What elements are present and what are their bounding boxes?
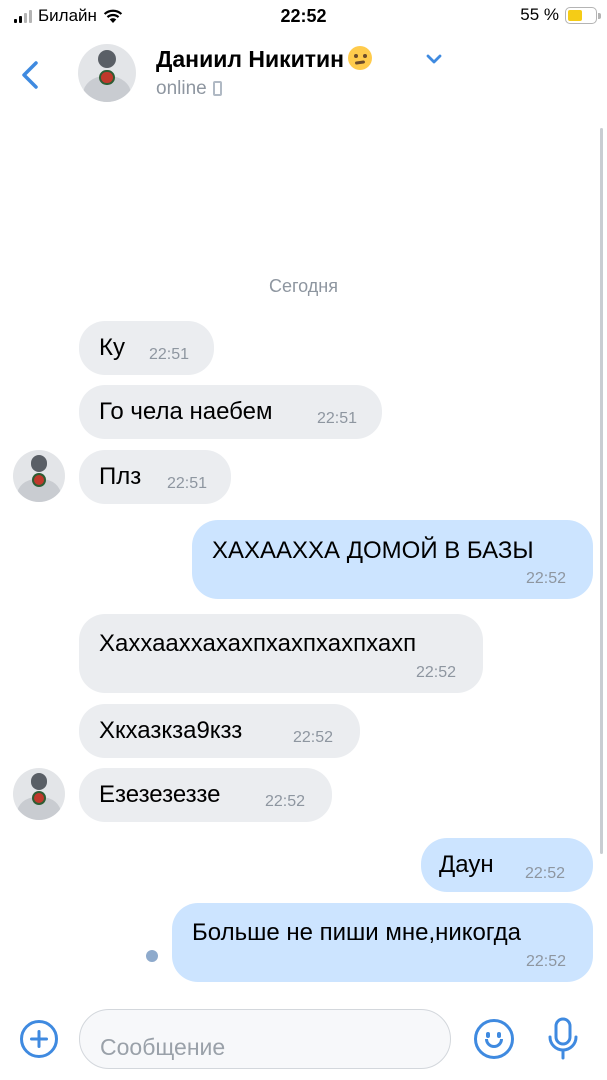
- message-time: 22:51: [149, 346, 190, 363]
- battery-icon: [565, 6, 601, 24]
- message-text: Го чела наебем: [99, 398, 273, 425]
- sender-avatar[interactable]: [13, 450, 65, 502]
- message-bubble-incoming[interactable]: Хкхазкза9кзз 22:52: [79, 704, 360, 758]
- sender-avatar[interactable]: [13, 768, 65, 820]
- chat-header: Даниил Никитин online: [0, 34, 607, 114]
- smile-icon[interactable]: [474, 1019, 514, 1059]
- woozy-face-icon: [348, 46, 373, 70]
- status-time: 22:52: [280, 6, 327, 26]
- message-text: Хкхазкза9кзз: [99, 717, 243, 744]
- message-bubble-outgoing[interactable]: ХАХААХХА ДОМОЙ В БАЗЫ 22:52: [192, 520, 593, 599]
- message-bubble-incoming[interactable]: Ку 22:51: [79, 321, 214, 375]
- unread-indicator: [146, 950, 158, 962]
- message-time: 22:52: [265, 793, 306, 810]
- message-time: 22:52: [293, 729, 334, 746]
- message-text: Больше не пиши мне,никогда: [192, 919, 521, 946]
- message-time: 22:52: [525, 865, 566, 882]
- scrollbar[interactable]: [600, 128, 603, 854]
- message-input[interactable]: [79, 1009, 451, 1069]
- message-text: Плз: [99, 463, 142, 490]
- chevron-down-icon[interactable]: [424, 52, 444, 66]
- message-time: 22:52: [526, 953, 567, 970]
- message-time: 22:51: [167, 475, 208, 492]
- message-bubble-incoming[interactable]: Езезезеззе 22:52: [79, 768, 332, 822]
- back-icon[interactable]: [16, 58, 46, 92]
- message-bubble-incoming[interactable]: Плз 22:51: [79, 450, 231, 504]
- message-text: ХАХААХХА ДОМОЙ В БАЗЫ: [212, 537, 534, 564]
- contact-name: Даниил Никитин: [156, 46, 345, 72]
- battery-fill: [568, 9, 583, 21]
- microphone-icon[interactable]: [546, 1015, 580, 1063]
- message-text: Хаххааххахахпхахпхахпхахп: [99, 630, 417, 657]
- contact-title[interactable]: Даниил Никитин: [156, 46, 373, 73]
- message-text: Даун: [439, 851, 494, 878]
- contact-avatar[interactable]: [78, 44, 136, 102]
- battery-percent: 55 %: [520, 5, 559, 24]
- contact-status: online: [156, 78, 222, 100]
- phone-icon: [212, 81, 222, 96]
- date-separator: Сегодня: [269, 276, 338, 296]
- message-time: 22:52: [526, 570, 567, 587]
- message-bubble-incoming[interactable]: Го чела наебем 22:51: [79, 385, 382, 439]
- message-bubble-outgoing[interactable]: Даун 22:52: [421, 838, 593, 892]
- message-bubble-incoming[interactable]: Хаххааххахахпхахпхахпхахп 22:52: [79, 614, 483, 693]
- message-bubble-outgoing[interactable]: Больше не пиши мне,никогда 22:52: [172, 903, 593, 982]
- message-text: Езезезеззе: [99, 781, 221, 808]
- message-composer: [0, 1000, 607, 1080]
- plus-circle-icon[interactable]: [20, 1020, 58, 1058]
- message-time: 22:51: [317, 410, 358, 427]
- message-time: 22:52: [416, 664, 457, 681]
- status-bar: Билайн 22:52 55 %: [0, 0, 607, 34]
- status-right: 55 %: [520, 5, 601, 25]
- message-text: Ку: [99, 334, 125, 361]
- online-status-text: online: [156, 78, 207, 99]
